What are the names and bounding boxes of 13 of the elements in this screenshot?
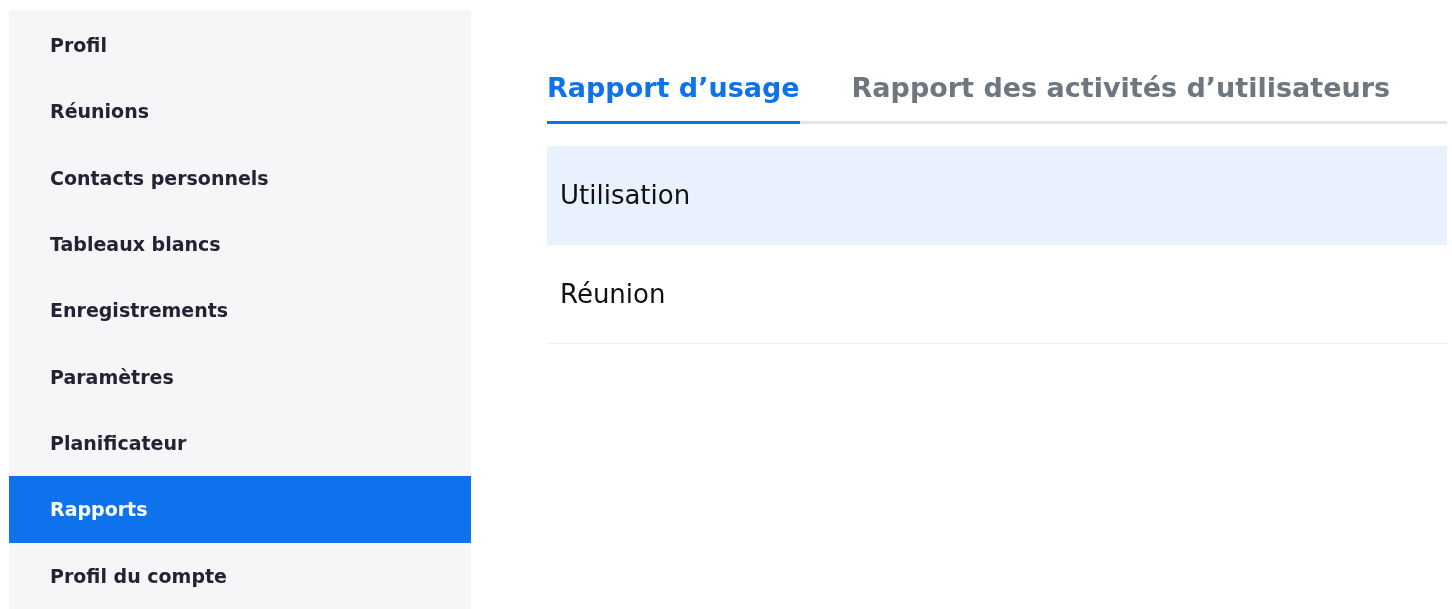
sidebar-item[interactable]: Planificateur	[9, 409, 471, 477]
report-item[interactable]: Utilisation	[547, 146, 1447, 245]
sidebar-item[interactable]: Profil	[9, 12, 471, 79]
sidebar-item[interactable]: Rapports	[9, 476, 471, 543]
report-tab[interactable]: Rapport d’usage	[547, 72, 800, 124]
sidebar-item[interactable]: Profil du compte	[9, 542, 471, 609]
report-item[interactable]: Réunion	[547, 245, 1447, 344]
report-tab[interactable]: Rapport des activités d’utilisateurs	[851, 72, 1391, 124]
sidebar-item[interactable]: Tableaux blancs	[9, 211, 471, 278]
sidebar-item[interactable]: Réunions	[9, 78, 471, 145]
sidebar-item[interactable]: Paramètres	[9, 343, 471, 410]
sidebar-item[interactable]: Contacts personnels	[9, 144, 471, 211]
sidebar-item[interactable]: Enregistrements	[9, 277, 471, 344]
